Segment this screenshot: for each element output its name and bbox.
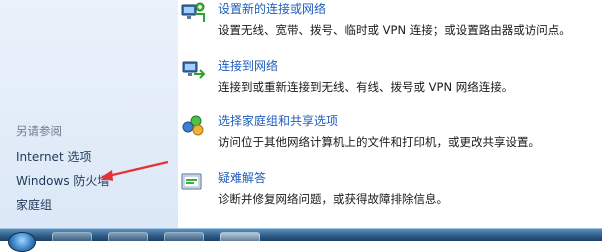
task-desc-troubleshoot: 诊断并修复网络问题，或获得故障排除信息。	[218, 192, 448, 206]
task-title-setup-new-connection[interactable]: 设置新的连接或网络	[218, 0, 598, 17]
taskbar-app-ie[interactable]	[52, 232, 92, 246]
task-desc-setup-new-connection: 设置无线、宽带、拨号、临时或 VPN 连接；或设置路由器或访问点。	[218, 23, 571, 37]
troubleshoot-icon	[181, 173, 202, 190]
sidebar-link-windows-firewall[interactable]: Windows 防火墙	[16, 172, 109, 189]
sidebar-link-internet-options[interactable]: Internet 选项	[16, 148, 91, 165]
task-homegroup-sharing: 选择家庭组和共享选项 访问位于其他网络计算机上的文件和打印机，或更改共享设置。	[182, 112, 598, 150]
task-troubleshoot: 疑难解答 诊断并修复网络问题，或获得故障排除信息。	[181, 169, 598, 207]
task-title-connect-to-network[interactable]: 连接到网络	[218, 57, 598, 74]
red-arrow-annotation	[100, 160, 169, 181]
taskbar-app-active[interactable]	[220, 232, 260, 246]
homegroup-sharing-icon	[182, 115, 204, 136]
task-setup-new-connection: 设置新的连接或网络 设置无线、宽带、拨号、临时或 VPN 连接；或设置路由器或访…	[181, 0, 598, 38]
task-connect-to-network: 连接到网络 连接到或重新连接到无线、有线、拨号或 VPN 网络连接。	[182, 57, 598, 95]
task-desc-homegroup-sharing: 访问位于其他网络计算机上的文件和打印机，或更改共享设置。	[218, 135, 540, 149]
taskbar-app-media[interactable]	[164, 232, 204, 246]
task-title-homegroup-sharing[interactable]: 选择家庭组和共享选项	[218, 112, 598, 129]
start-button[interactable]	[8, 232, 36, 252]
sidebar: 另请参阅 Internet 选项 Windows 防火墙 家庭组	[0, 0, 178, 228]
task-desc-connect-to-network: 连接到或重新连接到无线、有线、拨号或 VPN 网络连接。	[218, 80, 514, 94]
main-panel: 设置新的连接或网络 设置无线、宽带、拨号、临时或 VPN 连接；或设置路由器或访…	[178, 0, 602, 228]
taskbar	[0, 228, 602, 252]
taskbar-app-explorer[interactable]	[108, 232, 148, 246]
task-title-troubleshoot[interactable]: 疑难解答	[218, 169, 598, 186]
new-connection-icon	[181, 2, 205, 22]
see-also-heading: 另请参阅	[16, 124, 62, 138]
connect-network-icon	[182, 61, 206, 79]
sidebar-link-homegroup[interactable]: 家庭组	[16, 196, 52, 213]
